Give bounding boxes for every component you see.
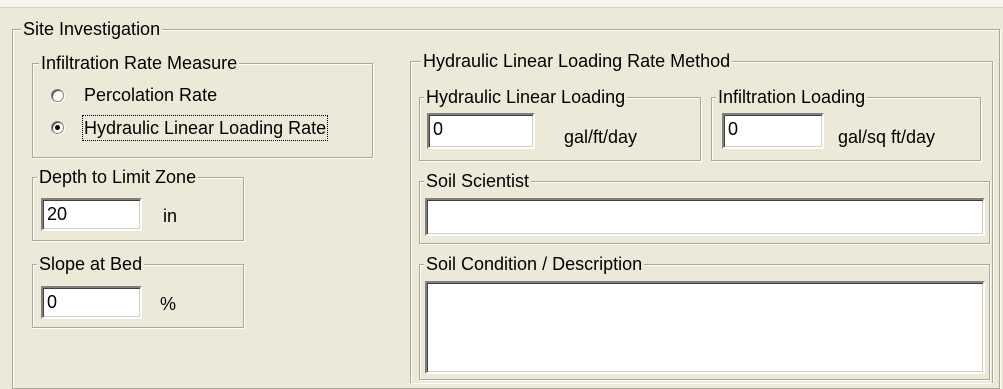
depth-to-limit-zone-title: Depth to Limit Zone [37,166,199,188]
soil-scientist-title: Soil Scientist [424,170,532,192]
infiltration-loading-unit: gal/sq ft/day [838,127,936,147]
hydraulic-linear-loading-input[interactable]: 0 [427,113,535,149]
hydraulic-linear-loading-rate-radio[interactable] [51,121,64,134]
radio-selected-dot [55,125,60,130]
percolation-rate-label[interactable]: Percolation Rate [84,84,217,106]
depth-to-limit-zone-input[interactable]: 20 [41,198,142,231]
slope-at-bed-title: Slope at Bed [37,253,145,275]
slope-at-bed-input[interactable]: 0 [41,286,142,319]
infiltration-loading-title: Infiltration Loading [716,86,868,108]
infiltration-rate-measure-title: Infiltration Rate Measure [39,52,240,74]
hllr-method-title: Hydraulic Linear Loading Rate Method [421,50,733,72]
depth-unit-label: in [163,206,178,226]
top-strip [0,0,1003,8]
hydraulic-linear-loading-rate-label[interactable]: Hydraulic Linear Loading Rate [81,115,329,141]
infiltration-loading-input[interactable]: 0 [722,113,824,149]
soil-condition-title: Soil Condition / Description [424,253,645,275]
slope-unit-label: % [160,294,177,314]
percolation-rate-radio[interactable] [51,89,64,102]
infiltration-rate-measure-group: Infiltration Rate Measure [32,52,373,158]
site-investigation-title: Site Investigation [21,18,163,40]
soil-scientist-input[interactable] [425,198,985,236]
hydraulic-linear-loading-unit: gal/ft/day [564,127,638,147]
hydraulic-linear-loading-title: Hydraulic Linear Loading [424,86,628,108]
soil-condition-textarea[interactable] [425,281,985,374]
